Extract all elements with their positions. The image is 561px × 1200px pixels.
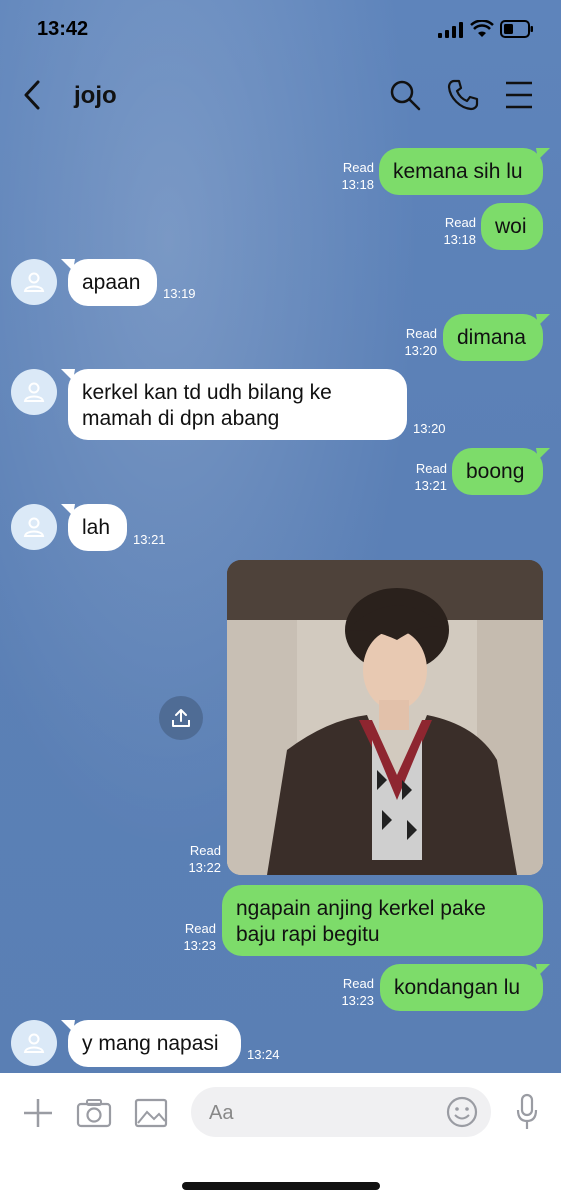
message-time: 13:21 bbox=[133, 532, 166, 547]
read-receipt: Read bbox=[342, 160, 374, 175]
message-bubble[interactable]: woi bbox=[481, 203, 543, 250]
camera-icon[interactable] bbox=[76, 1098, 112, 1128]
message-input-wrapper bbox=[191, 1087, 491, 1139]
message-time: 13:20 bbox=[404, 343, 437, 358]
read-receipt: Read bbox=[184, 921, 216, 936]
bubble-tail bbox=[536, 314, 550, 326]
message-text-line: baju rapi begitu bbox=[236, 923, 380, 946]
status-time: 13:42 bbox=[37, 18, 89, 40]
message-bubble[interactable]: lah bbox=[68, 504, 127, 551]
message-bubble[interactable]: y mang napasi bbox=[68, 1020, 241, 1067]
read-receipt: Read bbox=[444, 215, 476, 230]
contact-name: jojo bbox=[74, 82, 117, 109]
bubble-tail bbox=[536, 148, 550, 160]
wifi-icon bbox=[470, 20, 494, 37]
message-meta: Read 13:18 bbox=[432, 214, 476, 248]
message-text: y mang napasi bbox=[82, 1032, 219, 1055]
message-bubble[interactable]: boong bbox=[452, 448, 543, 495]
phone-icon[interactable] bbox=[446, 78, 480, 112]
user-icon bbox=[23, 272, 45, 292]
photo-message[interactable] bbox=[227, 560, 543, 875]
message-time: 13:18 bbox=[443, 232, 476, 247]
avatar[interactable] bbox=[11, 259, 57, 305]
message-text: kondangan lu bbox=[394, 976, 521, 999]
message-time: 13:24 bbox=[247, 1047, 280, 1062]
share-button[interactable] bbox=[159, 696, 203, 740]
message-meta: Read 13:22 bbox=[177, 842, 221, 876]
message-time: 13:23 bbox=[183, 938, 216, 953]
message-time: 13:22 bbox=[188, 860, 221, 875]
read-receipt: Read bbox=[405, 326, 437, 341]
message-text: woi bbox=[495, 215, 527, 238]
message-text: lah bbox=[82, 516, 111, 539]
bubble-tail bbox=[536, 448, 550, 460]
user-icon bbox=[23, 1033, 45, 1053]
avatar[interactable] bbox=[11, 504, 57, 550]
home-indicator[interactable] bbox=[182, 1182, 380, 1190]
message-text: boong bbox=[466, 460, 525, 483]
message-meta: Read 13:20 bbox=[393, 325, 437, 359]
avatar[interactable] bbox=[11, 1020, 57, 1066]
menu-icon[interactable] bbox=[505, 80, 533, 110]
message-time: 13:18 bbox=[341, 177, 374, 192]
message-bubble[interactable]: kemana sih lu bbox=[379, 148, 543, 195]
message-text-line: mamah di dpn abang bbox=[82, 407, 280, 430]
message-text: apaan bbox=[82, 271, 141, 294]
composer-bar bbox=[0, 1073, 561, 1200]
message-bubble[interactable]: kerkel kan td udh bilang ke mamah di dpn… bbox=[68, 369, 407, 440]
image-icon[interactable] bbox=[134, 1098, 168, 1128]
message-bubble[interactable]: ngapain anjing kerkel pake baju rapi beg… bbox=[222, 885, 543, 956]
search-icon[interactable] bbox=[388, 78, 422, 112]
message-time: 13:19 bbox=[163, 286, 196, 301]
read-receipt: Read bbox=[342, 976, 374, 991]
message-text: kemana sih lu bbox=[393, 160, 523, 183]
battery-icon bbox=[500, 20, 533, 38]
microphone-icon[interactable] bbox=[515, 1093, 539, 1131]
avatar[interactable] bbox=[11, 369, 57, 415]
message-text: dimana bbox=[457, 326, 526, 349]
message-meta: Read 13:21 bbox=[403, 460, 447, 494]
chevron-left-icon[interactable] bbox=[18, 78, 48, 112]
message-bubble[interactable]: apaan bbox=[68, 259, 157, 306]
photo-image bbox=[227, 560, 543, 875]
user-icon bbox=[23, 382, 45, 402]
message-text-line: ngapain anjing kerkel pake bbox=[236, 897, 486, 920]
plus-icon[interactable] bbox=[22, 1097, 54, 1129]
user-icon bbox=[23, 517, 45, 537]
message-meta: Read 13:23 bbox=[172, 920, 216, 954]
emoji-icon[interactable] bbox=[446, 1096, 478, 1128]
signal-icon bbox=[438, 22, 463, 38]
bubble-tail bbox=[536, 964, 550, 976]
chat-screen: 13:42 jojo Read 13:18 kemana sih lu Read… bbox=[0, 0, 561, 1200]
share-icon bbox=[172, 709, 190, 727]
message-text-line: kerkel kan td udh bilang ke bbox=[82, 381, 332, 404]
message-meta: Read 13:23 bbox=[330, 975, 374, 1009]
status-bar: 13:42 bbox=[0, 0, 561, 60]
message-meta: Read 13:18 bbox=[330, 159, 374, 193]
message-time: 13:20 bbox=[413, 421, 446, 436]
read-receipt: Read bbox=[415, 461, 447, 476]
chat-header: jojo bbox=[0, 70, 561, 122]
message-bubble[interactable]: dimana bbox=[443, 314, 543, 361]
message-time: 13:21 bbox=[414, 478, 447, 493]
read-receipt: Read bbox=[189, 843, 221, 858]
message-time: 13:23 bbox=[341, 993, 374, 1008]
message-input[interactable] bbox=[207, 1087, 441, 1139]
message-bubble[interactable]: kondangan lu bbox=[380, 964, 543, 1011]
